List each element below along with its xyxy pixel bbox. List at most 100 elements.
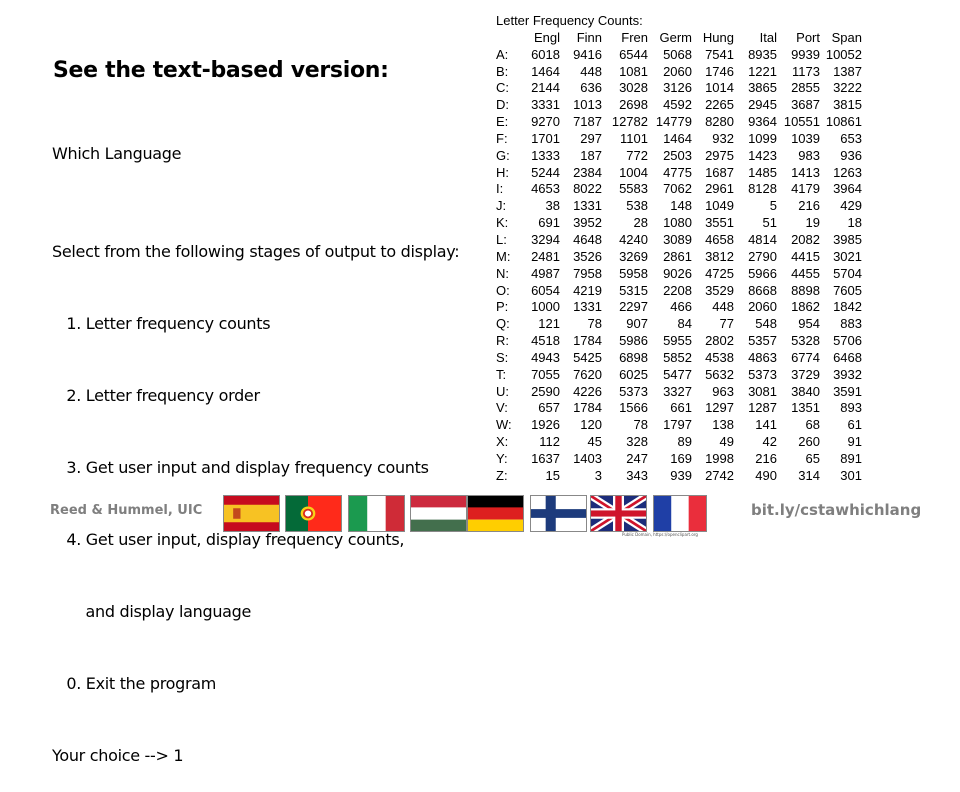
count-cell: 9270 [531, 114, 560, 130]
count-cell: 2208 [663, 282, 692, 298]
germany-flag-icon [467, 495, 524, 532]
hungary-flag-icon [410, 495, 467, 532]
short-link[interactable]: bit.ly/cstawhichlang [751, 501, 921, 519]
count-cell: 14779 [655, 114, 692, 130]
count-cell: 6025 [619, 366, 648, 382]
frequency-row: K: 691 3952 28 1080 3551 51 19 18 [496, 215, 862, 232]
count-cell: 1101 [620, 130, 648, 146]
count-cell: 1287 [748, 400, 777, 416]
count-cell: 1014 [705, 80, 734, 96]
count-cell: 216 [755, 450, 777, 466]
count-cell: 1566 [619, 400, 648, 416]
count-cell: 7541 [705, 46, 734, 62]
menu-option: and display language [52, 602, 252, 621]
frequency-row: V: 657 1784 1566 661 1297 1287 1351 893 [496, 400, 862, 417]
count-cell: 3729 [791, 366, 820, 382]
count-cell: 5583 [619, 181, 648, 197]
count-cell: 91 [847, 434, 862, 450]
count-cell: 1333 [531, 147, 560, 163]
count-cell: 4415 [791, 248, 820, 264]
count-cell: 1331 [573, 198, 602, 214]
count-cell: 10052 [825, 46, 862, 62]
count-cell: 2060 [663, 63, 692, 79]
column-header-row: Engl Finn Fren Germ Hung Ital Port Span [496, 30, 862, 47]
count-cell: 1049 [705, 198, 734, 214]
count-cell: 1099 [748, 130, 777, 146]
count-cell: 1000 [531, 299, 560, 315]
count-cell: 1013 [573, 97, 602, 113]
count-cell: 1637 [531, 450, 560, 466]
count-cell: 653 [840, 130, 862, 146]
letter-label: B: [496, 63, 509, 79]
letter-label: Y: [496, 450, 508, 466]
count-cell: 2742 [705, 467, 734, 483]
count-cell: 3812 [705, 248, 734, 264]
count-cell: 3591 [833, 383, 862, 399]
count-cell: 9416 [573, 46, 602, 62]
uk-flag-icon [590, 495, 647, 532]
count-cell: 3081 [748, 383, 777, 399]
letter-label: X: [496, 434, 509, 450]
slide-heading: See the text-based version: [53, 58, 389, 83]
count-cell: 7605 [833, 282, 862, 298]
count-cell: 2790 [748, 248, 777, 264]
count-cell: 4538 [705, 349, 734, 365]
count-cell: 3089 [663, 231, 692, 247]
count-cell: 3327 [663, 383, 692, 399]
frequency-row: A: 6018 9416 6544 5068 7541 8935 9939 10052 [496, 47, 862, 64]
frequency-row: W: 1926 120 78 1797 138 141 68 61 [496, 417, 862, 434]
count-cell: 772 [626, 147, 648, 163]
menu-text: Select from the following stages of outp… [52, 192, 460, 792]
count-cell: 4943 [531, 349, 560, 365]
frequency-row: L: 3294 4648 4240 3089 4658 4814 2082 3985 [496, 232, 862, 249]
count-cell: 78 [633, 417, 648, 433]
count-cell: 7055 [531, 366, 560, 382]
count-cell: 5 [769, 198, 777, 214]
count-cell: 9026 [663, 265, 692, 281]
letter-label: L: [496, 231, 507, 247]
count-cell: 963 [712, 383, 734, 399]
count-cell: 5632 [705, 366, 734, 382]
letter-label: Q: [496, 316, 510, 332]
count-cell: 3551 [705, 215, 734, 231]
column-header: Engl [533, 29, 560, 45]
count-cell: 4648 [573, 231, 602, 247]
count-cell: 691 [538, 215, 560, 231]
frequency-row: S: 4943 5425 6898 5852 4538 4863 6774 6468 [496, 350, 862, 367]
count-cell: 5425 [573, 349, 602, 365]
frequency-row: N: 4987 7958 5958 9026 4725 5966 4455 5704 [496, 266, 862, 283]
count-cell: 6018 [531, 46, 560, 62]
column-header: Port [796, 29, 820, 45]
count-cell: 18 [847, 215, 862, 231]
frequency-row: H: 5244 2384 1004 4775 1687 1485 1413 1263 [496, 165, 862, 182]
count-cell: 42 [762, 434, 777, 450]
count-cell: 148 [670, 198, 692, 214]
count-cell: 28 [633, 215, 648, 231]
count-cell: 89 [677, 434, 692, 450]
count-cell: 10551 [783, 114, 820, 130]
letter-label: I: [496, 181, 504, 197]
count-cell: 4455 [791, 265, 820, 281]
count-cell: 5244 [531, 164, 560, 180]
count-cell: 8898 [791, 282, 820, 298]
count-cell: 1297 [705, 400, 734, 416]
letter-label: C: [496, 80, 509, 96]
count-cell: 1464 [531, 63, 560, 79]
count-cell: 7620 [573, 366, 602, 382]
frequency-row: I: 4653 8022 5583 7062 2961 8128 4179 3964 [496, 181, 862, 198]
count-cell: 68 [805, 417, 820, 433]
letter-label: K: [496, 215, 509, 231]
count-cell: 883 [840, 316, 862, 332]
letter-label: F: [496, 130, 508, 146]
frequency-row: F: 1701 297 1101 1464 932 1099 1039 653 [496, 131, 862, 148]
count-cell: 6054 [531, 282, 560, 298]
count-cell: 9939 [791, 46, 820, 62]
count-cell: 2975 [705, 147, 734, 163]
frequency-row: D: 3331 1013 2698 4592 2265 2945 3687 3815 [496, 97, 862, 114]
count-cell: 5706 [833, 333, 862, 349]
count-cell: 1221 [748, 63, 777, 79]
menu-prompt: Select from the following stages of outp… [52, 242, 460, 261]
count-cell: 4775 [663, 164, 692, 180]
count-cell: 3815 [833, 97, 862, 113]
count-cell: 45 [587, 434, 602, 450]
